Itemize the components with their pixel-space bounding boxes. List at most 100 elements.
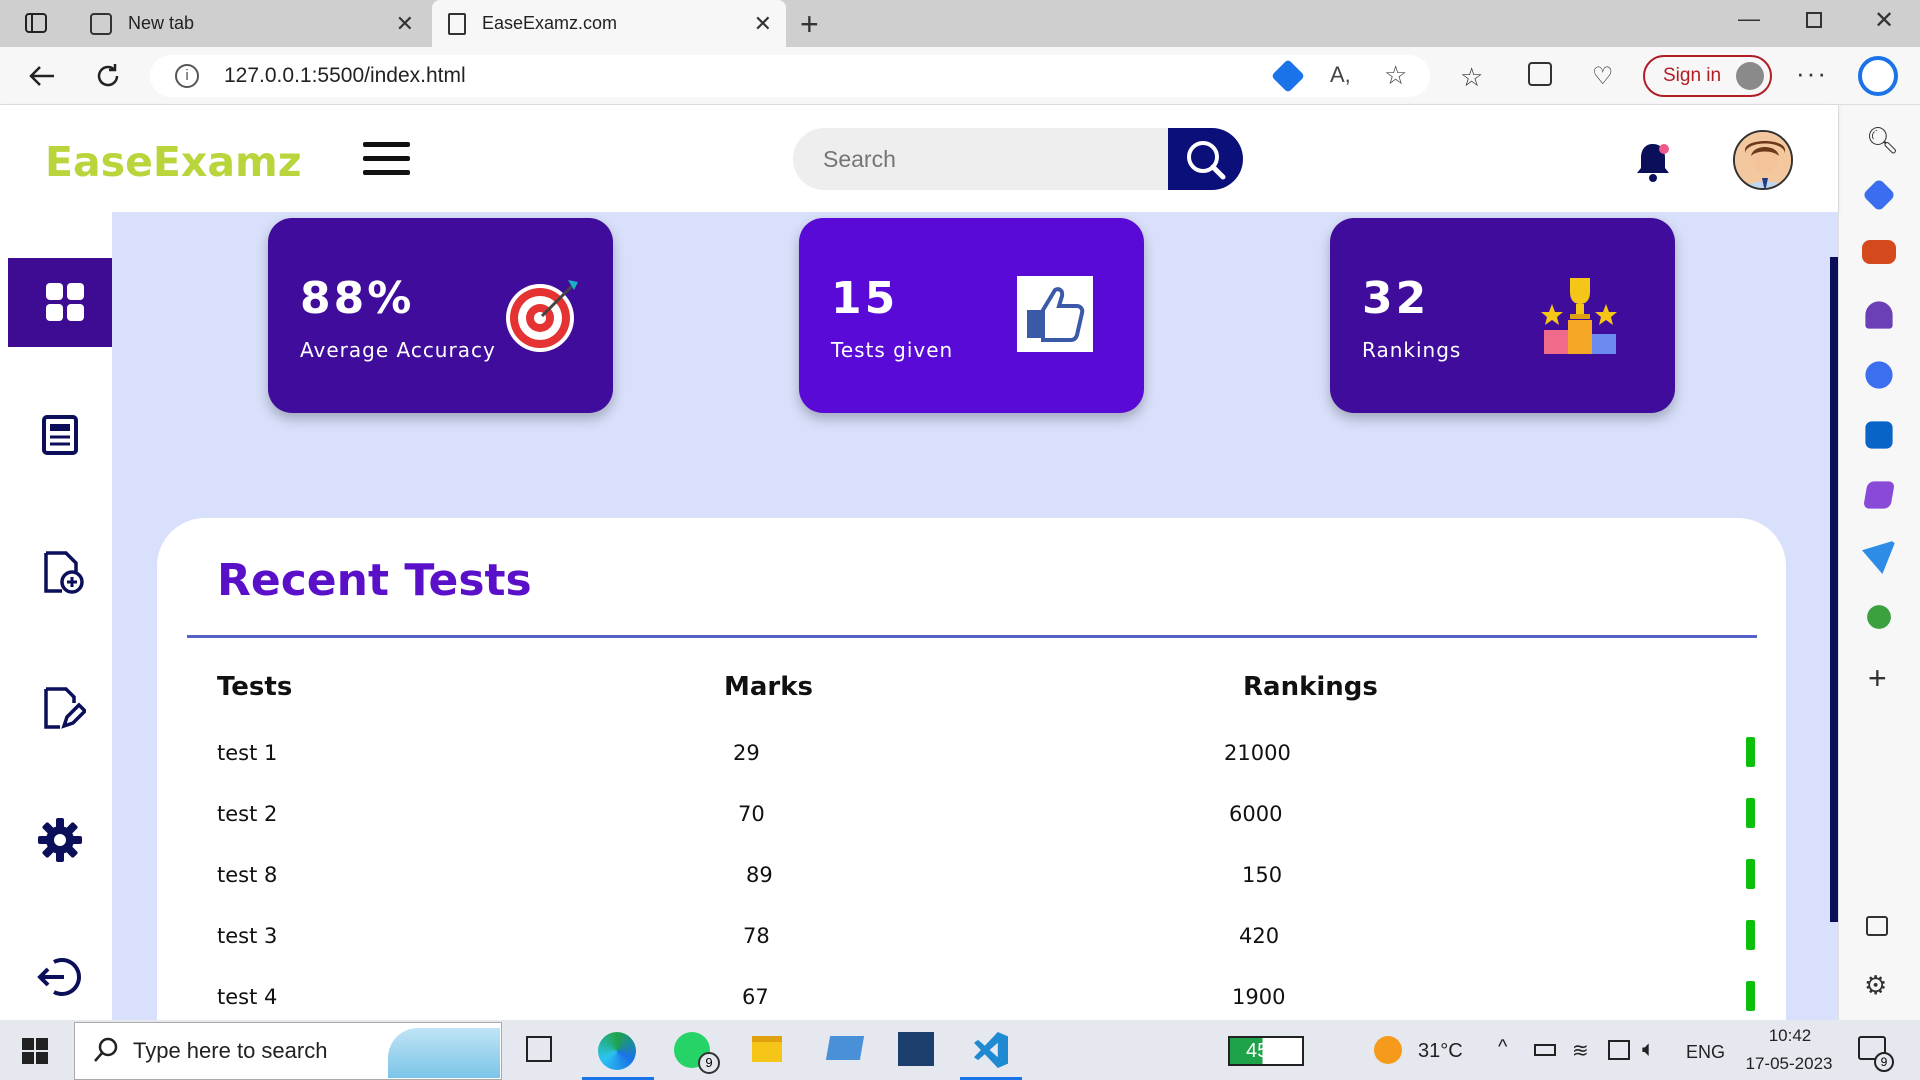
task-view-icon[interactable] <box>526 1036 552 1062</box>
tab-new-tab[interactable]: New tab ✕ <box>76 0 428 47</box>
search-highlight-image <box>388 1028 500 1078</box>
test-name: test 1 <box>217 741 278 765</box>
notification-bell-icon[interactable] <box>1633 140 1673 189</box>
sidebar-add-icon[interactable]: + <box>1868 660 1887 697</box>
wifi-icon[interactable]: ≋ <box>1572 1038 1589 1063</box>
minimize-button[interactable]: — <box>1738 6 1760 32</box>
test-marks: 29 <box>733 741 760 765</box>
test-name: test 2 <box>217 802 278 826</box>
weather-temp[interactable]: 31°C <box>1418 1040 1463 1063</box>
clock-date[interactable]: 17-05-2023 <box>1734 1054 1844 1074</box>
notification-badge: 9 <box>1874 1052 1894 1072</box>
stat-label: Tests given <box>831 338 954 362</box>
this-pc-icon[interactable] <box>825 1036 865 1060</box>
sidebar-games-icon[interactable] <box>1865 301 1893 329</box>
test-marks: 89 <box>746 863 773 887</box>
sidebar-tools-icon[interactable] <box>1862 240 1896 264</box>
back-icon[interactable] <box>26 60 58 97</box>
taskbar-edge[interactable] <box>582 1026 654 1080</box>
menu-bar-2[interactable] <box>363 156 410 161</box>
title-divider <box>187 635 1757 638</box>
bing-chat-icon[interactable] <box>1858 56 1898 96</box>
menu-bar-1[interactable] <box>363 142 410 147</box>
gear-icon <box>38 818 82 862</box>
show-hidden-icons[interactable]: ^ <box>1498 1036 1507 1059</box>
url-text[interactable]: 127.0.0.1:5500/index.html <box>224 64 466 88</box>
nav-item-settings[interactable] <box>38 818 82 867</box>
more-icon[interactable]: ··· <box>1796 58 1828 89</box>
test-ranking: 150 <box>1242 863 1283 887</box>
user-avatar[interactable] <box>1733 130 1793 190</box>
read-aloud-icon[interactable]: A, <box>1330 62 1351 88</box>
sign-in-button[interactable]: Sign in <box>1643 55 1772 97</box>
close-tab-icon[interactable]: ✕ <box>396 11 414 37</box>
nav-item-create-test[interactable] <box>42 550 86 601</box>
menu-bar-3[interactable] <box>363 170 410 175</box>
sidebar-tree-icon[interactable] <box>1867 605 1891 629</box>
status-indicator <box>1746 798 1755 828</box>
test-ranking: 420 <box>1239 924 1280 948</box>
file-explorer-icon[interactable] <box>752 1036 782 1062</box>
stat-label: Average Accuracy <box>300 338 496 362</box>
nav-item-dashboard[interactable] <box>8 258 112 347</box>
whatsapp-badge: 9 <box>698 1052 720 1074</box>
nav-item-edit[interactable] <box>42 686 88 737</box>
nav-item-tests[interactable] <box>40 414 82 461</box>
status-indicator <box>1746 981 1755 1011</box>
weather-icon[interactable] <box>1374 1036 1402 1064</box>
mysql-workbench-icon[interactable] <box>898 1032 934 1066</box>
sidebar-search-icon[interactable]: 🔍︎ <box>1866 125 1899 156</box>
close-tab-icon[interactable]: ✕ <box>754 11 772 37</box>
taskbar-vscode[interactable] <box>960 1026 1022 1080</box>
search-input[interactable] <box>793 128 1173 190</box>
column-header-tests: Tests <box>217 672 293 702</box>
test-ranking: 1900 <box>1232 985 1286 1009</box>
onedrive-sync-icon[interactable] <box>1608 1040 1630 1060</box>
language-indicator[interactable]: ENG <box>1686 1042 1725 1063</box>
table-row[interactable]: test 8 89 150 <box>217 859 1757 893</box>
tab-title: New tab <box>128 13 195 33</box>
nav-item-logout[interactable] <box>36 954 84 1005</box>
tab-title: EaseExamz.com <box>482 13 618 33</box>
test-name: test 4 <box>217 985 278 1009</box>
table-row[interactable]: test 4 67 1900 <box>217 981 1757 1015</box>
table-row[interactable]: test 2 70 6000 <box>217 798 1757 832</box>
sidebar-hide-icon[interactable] <box>1866 916 1888 936</box>
scrollbar[interactable] <box>1830 257 1838 922</box>
favorites-icon[interactable]: ☆ <box>1460 62 1483 93</box>
sidebar-settings-icon[interactable]: ⚙ <box>1864 970 1887 1001</box>
sidebar-office-icon[interactable] <box>1865 361 1893 389</box>
stat-value: 32 <box>1362 273 1430 324</box>
browser-essentials-icon[interactable]: ♡ <box>1592 62 1614 91</box>
taskbar-search-icon <box>92 1036 120 1069</box>
trophy-podium-icon <box>1541 278 1617 354</box>
collections-icon[interactable] <box>1528 62 1552 86</box>
table-row[interactable]: test 3 78 420 <box>217 920 1757 954</box>
site-info-icon[interactable]: i <box>175 64 199 88</box>
volume-icon[interactable]: 🔈︎ <box>1642 1036 1655 1062</box>
test-marks: 78 <box>743 924 770 948</box>
clock-time[interactable]: 10:42 <box>1760 1026 1820 1046</box>
sidebar-outlook-icon[interactable] <box>1865 421 1893 449</box>
add-favorite-icon[interactable]: ☆ <box>1384 60 1407 91</box>
brand-logo[interactable]: EaseExamz <box>45 138 302 186</box>
sidebar-designer-icon[interactable] <box>1863 481 1895 509</box>
battery-tray-icon[interactable] <box>1534 1044 1556 1056</box>
tab-easeexamz[interactable]: EaseExamz.com ✕ <box>432 0 786 47</box>
taskbar-search-placeholder: Type here to search <box>133 1038 328 1063</box>
tab-actions-icon[interactable] <box>16 10 56 43</box>
test-ranking: 6000 <box>1229 802 1283 826</box>
search-button[interactable] <box>1168 128 1243 190</box>
stat-card-tests: 15 Tests given <box>799 218 1144 413</box>
restore-button[interactable] <box>1806 12 1822 28</box>
windows-start-icon[interactable] <box>22 1038 48 1069</box>
sign-in-label: Sign in <box>1663 65 1722 86</box>
table-row[interactable]: test 1 29 21000 <box>217 737 1757 771</box>
battery-indicator[interactable]: 45% <box>1228 1036 1304 1066</box>
stat-card-rankings: 32 Rankings <box>1330 218 1675 413</box>
test-name: test 8 <box>217 863 278 887</box>
new-tab-button[interactable]: + <box>800 6 819 43</box>
refresh-icon[interactable] <box>92 60 124 97</box>
thumbs-up-icon <box>1017 276 1093 352</box>
window-close-button[interactable]: ✕ <box>1874 6 1894 35</box>
